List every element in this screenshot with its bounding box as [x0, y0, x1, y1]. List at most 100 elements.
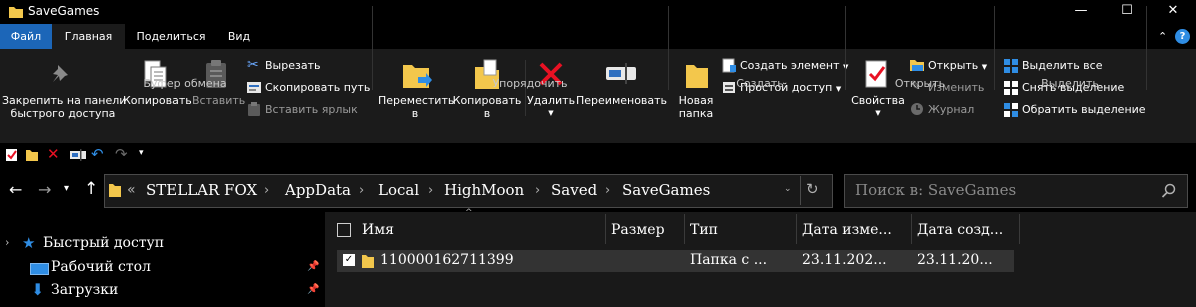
refresh-icon[interactable]: ↻ — [806, 180, 819, 198]
delete-button[interactable]: Удалить ▼ — [526, 94, 576, 120]
select-all-button[interactable]: Выделить все — [1022, 59, 1102, 72]
delete-icon[interactable]: ✕ — [47, 145, 60, 163]
open-icon — [910, 60, 924, 71]
file-modified: 23.11.202... — [802, 252, 887, 268]
group-separator — [994, 6, 995, 90]
select-group-label: Выделить — [1041, 77, 1099, 90]
group-separator — [372, 6, 373, 90]
breadcrumb-separator[interactable]: › — [605, 183, 610, 198]
expand-chevron-icon[interactable]: › — [5, 232, 9, 254]
tab-home[interactable]: Главная — [52, 24, 125, 49]
pin-icon[interactable]: 📌 — [307, 279, 319, 301]
open-label: Открыть — [928, 59, 979, 72]
breadcrumb-local[interactable]: Local — [378, 181, 419, 199]
properties-button[interactable]: Свойства ▼ — [850, 94, 906, 120]
maximize-button[interactable]: ☐ — [1104, 0, 1150, 24]
tab-share[interactable]: Поделиться — [129, 24, 213, 49]
move-to-icon — [403, 65, 432, 88]
up-arrow-icon[interactable]: ↑ — [84, 179, 98, 199]
new-folder-label-line1: Новая — [678, 94, 714, 107]
star-icon: ★ — [22, 234, 36, 252]
breadcrumb-separator[interactable]: › — [428, 183, 433, 198]
history-button[interactable]: Журнал — [928, 103, 974, 116]
redo-icon[interactable]: ↷ — [115, 145, 128, 163]
breadcrumb-appdata[interactable]: AppData — [285, 181, 351, 199]
copy-path-button[interactable]: Скопировать путь — [265, 81, 370, 94]
open-button[interactable]: Открыть ▼ — [928, 59, 987, 72]
undo-icon[interactable]: ↶ — [91, 145, 104, 163]
column-header-name[interactable]: Имя — [362, 218, 602, 243]
search-icon[interactable] — [1161, 183, 1177, 199]
select-all-checkbox[interactable] — [337, 223, 351, 237]
recent-locations-icon[interactable]: ▾ — [64, 183, 69, 194]
nav-item-desktop[interactable]: Рабочий стол 📌 — [0, 256, 320, 278]
paste-button[interactable]: Вставить — [192, 94, 245, 107]
rename-icon — [606, 63, 636, 84]
new-folder-label-line2: папка — [678, 107, 714, 120]
column-header-type[interactable]: Тип — [690, 218, 794, 243]
collapse-ribbon-icon[interactable]: ⌃ — [1158, 30, 1167, 43]
customize-qat-icon[interactable]: ▾ — [139, 148, 144, 158]
group-separator — [1146, 6, 1147, 90]
pin-to-quick-access-button[interactable]: Закрепить на панели быстрого доступа — [2, 94, 126, 120]
download-arrow-icon: ⬇ — [31, 280, 45, 299]
help-icon[interactable]: ? — [1175, 29, 1190, 44]
move-to-label-line2: в — [411, 107, 419, 120]
chevron-down-icon: ▼ — [875, 109, 881, 117]
properties-label: Свойства — [851, 94, 905, 107]
group-separator — [668, 6, 669, 90]
paste-shortcut-button[interactable]: Вставить ярлык — [265, 103, 358, 116]
chevron-down-icon: ▼ — [981, 63, 988, 71]
new-item-button[interactable]: Создать элемент ▼ — [740, 59, 848, 72]
nav-item-downloads[interactable]: ⬇ Загрузки 📌 — [0, 279, 320, 301]
cut-button[interactable]: Вырезать — [265, 59, 320, 72]
folder-icon — [362, 255, 374, 268]
minimize-button[interactable]: — — [1058, 0, 1104, 24]
column-header-size[interactable]: Размер — [611, 218, 683, 243]
window-title: SaveGames — [28, 4, 100, 18]
column-divider[interactable] — [684, 214, 685, 244]
forward-arrow-icon[interactable]: → — [38, 180, 51, 199]
new-folder-icon[interactable] — [25, 148, 39, 162]
breadcrumb-highmoon[interactable]: HighMoon — [444, 181, 524, 199]
tab-file[interactable]: Файл — [0, 24, 52, 49]
copy-to-label-line1: Копировать — [452, 94, 522, 107]
new-item-label: Создать элемент — [740, 59, 840, 72]
copy-to-button[interactable]: Копировать в — [451, 94, 523, 120]
breadcrumb-separator[interactable]: › — [535, 183, 540, 198]
tab-view[interactable]: Вид — [216, 24, 262, 49]
column-divider[interactable] — [605, 214, 606, 244]
properties-icon[interactable] — [5, 148, 18, 162]
nav-item-quick-access[interactable]: › ★ Быстрый доступ — [0, 232, 320, 254]
address-dropdown-icon[interactable]: ⌄ — [784, 184, 792, 194]
new-folder-button[interactable]: Новая папка — [672, 94, 720, 120]
breadcrumb-saved[interactable]: Saved — [551, 181, 597, 199]
quick-access-toolbar — [0, 143, 1196, 168]
folder-icon — [109, 184, 121, 197]
file-name[interactable]: 110000162711399 — [380, 252, 600, 268]
close-button[interactable]: ✕ — [1150, 0, 1196, 24]
column-divider[interactable] — [1019, 214, 1020, 244]
breadcrumb-separator[interactable]: › — [359, 183, 364, 198]
breadcrumb-stellar-fox[interactable]: STELLAR FOX — [146, 181, 257, 199]
move-to-button[interactable]: Переместить в — [378, 94, 454, 120]
column-header-modified[interactable]: Дата изме... — [802, 218, 908, 243]
breadcrumb-savegames[interactable]: SaveGames — [622, 181, 710, 199]
rename-icon[interactable] — [69, 149, 87, 161]
nav-item-label: Загрузки — [51, 282, 119, 298]
breadcrumb-separator[interactable]: › — [264, 183, 269, 198]
column-divider[interactable] — [796, 214, 797, 244]
copy-to-label-line2: в — [483, 107, 491, 120]
select-all-icon — [1004, 59, 1018, 73]
rename-button[interactable]: Переименовать — [576, 94, 667, 107]
row-checkbox[interactable]: ✓ — [343, 254, 355, 266]
copy-button[interactable]: Копировать — [123, 94, 192, 107]
pin-icon[interactable]: 📌 — [307, 256, 319, 278]
overflow-chevron-icon[interactable]: « — [127, 182, 136, 198]
back-arrow-icon[interactable]: ← — [9, 180, 22, 199]
pin-icon — [53, 65, 68, 82]
invert-selection-button[interactable]: Обратить выделение — [1022, 103, 1146, 116]
file-created: 23.11.20... — [917, 252, 993, 268]
column-header-created[interactable]: Дата созд... — [917, 218, 1017, 243]
column-divider[interactable] — [911, 214, 912, 244]
